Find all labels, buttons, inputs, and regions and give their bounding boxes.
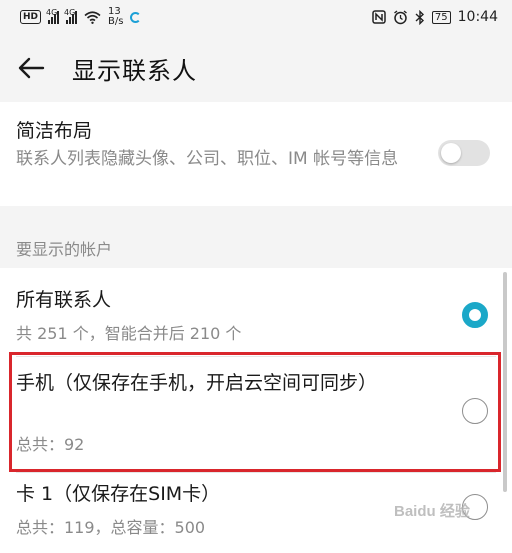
simple-layout-switch[interactable]: [438, 140, 490, 166]
battery-icon: 75: [431, 10, 451, 24]
highlight-box: [9, 352, 501, 472]
status-bar: HD 4G 4G 13 B/s 75 10:44: [0, 0, 512, 34]
hd-icon: HD: [20, 10, 42, 24]
network-speed: 13 B/s: [108, 7, 123, 27]
simple-layout-description: 联系人列表隐藏头像、公司、职位、IM 帐号等信息: [16, 149, 399, 169]
status-bar-right: 75 10:44: [372, 9, 498, 25]
wifi-icon: [84, 10, 101, 24]
signal-label: 4G: [64, 7, 76, 17]
account-item-title: 所有联系人: [16, 289, 112, 311]
simple-layout-card: 简洁布局 联系人列表隐藏头像、公司、职位、IM 帐号等信息: [0, 102, 512, 206]
signal-icon: 4G: [64, 7, 78, 24]
watermark: Baidu 经验: [394, 503, 470, 520]
arrow-left-icon: [18, 57, 45, 79]
nfc-icon: [372, 10, 386, 24]
account-item-title: 卡 1（仅保存在SIM卡）: [16, 483, 221, 505]
bluetooth-icon: [415, 9, 424, 25]
radio-all-contacts[interactable]: [462, 302, 488, 328]
simple-layout-title: 简洁布局: [16, 120, 93, 142]
divider: [16, 472, 496, 473]
page-title: 显示联系人: [72, 56, 197, 85]
back-button[interactable]: [14, 51, 48, 85]
spinner-icon: [130, 11, 142, 23]
account-item-all-contacts[interactable]: 所有联系人 共 251 个，智能合并后 210 个: [0, 268, 512, 352]
speed-unit: B/s: [108, 16, 124, 27]
clock: 10:44: [457, 9, 498, 25]
account-item-subtitle: 共 251 个，智能合并后 210 个: [16, 324, 242, 343]
status-bar-left: HD 4G 4G 13 B/s: [20, 7, 142, 27]
scrollbar[interactable]: [503, 272, 507, 492]
accounts-section-label: 要显示的帐户: [16, 240, 113, 259]
signal-label: 4G: [46, 7, 58, 17]
account-item-subtitle: 总共：119，总容量：500: [16, 518, 206, 537]
alarm-icon: [393, 9, 407, 24]
switch-knob: [441, 143, 461, 163]
signal-icon: 4G: [46, 7, 60, 24]
app-bar: 显示联系人: [0, 34, 512, 102]
